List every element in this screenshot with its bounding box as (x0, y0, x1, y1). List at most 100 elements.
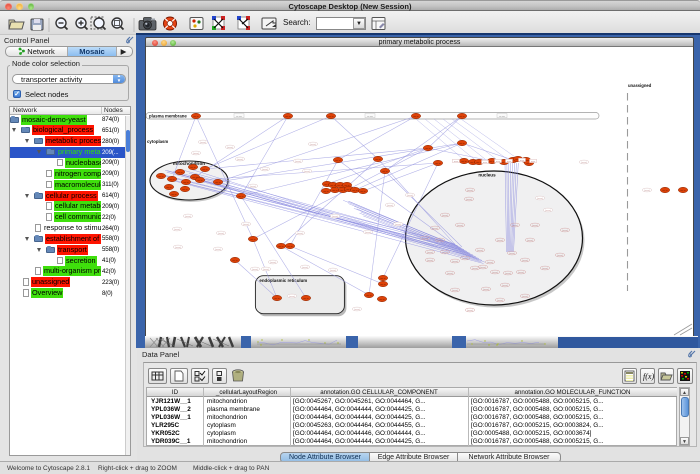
svg-text:xxx xx: xxx xx (360, 191, 365, 193)
svg-text:(xx xx): (xx xx) (174, 229, 180, 231)
svg-text:xxx xx: xxx xx (332, 190, 337, 192)
svg-text:plasma membrane: plasma membrane (149, 114, 187, 119)
svg-text:(xx xx): (xx xx) (467, 310, 473, 312)
svg-text:(xx xx): (xx xx) (527, 240, 533, 242)
svg-text:(xx xx): (xx xx) (492, 272, 498, 274)
svg-text:(xx xx): (xx xx) (295, 161, 301, 163)
svg-text:cytoplasm: cytoplasm (147, 139, 168, 144)
svg-text:(xx xx): (xx xx) (227, 147, 233, 149)
svg-text:(xx xx): (xx xx) (395, 224, 401, 226)
svg-text:xxx xx: xxx xx (330, 185, 335, 187)
svg-text:xxx xx: xxx xx (380, 284, 385, 286)
svg-text:nucleus: nucleus (478, 173, 496, 178)
svg-text:(xx xx): (xx xx) (452, 290, 458, 292)
svg-text:xxx xx: xxx xx (459, 143, 464, 145)
svg-text:(xx xx): (xx xx) (289, 296, 295, 298)
svg-text:xxx xx: xxx xx (274, 298, 279, 300)
svg-text:(xx xx): (xx xx) (537, 198, 543, 200)
svg-text:(xx xx): (xx xx) (522, 260, 528, 262)
svg-text:(xx xx): (xx xx) (545, 210, 551, 212)
svg-text:(xx xx): (xx xx) (193, 153, 199, 155)
svg-text:(xx xx): (xx xx) (252, 269, 258, 271)
svg-text:xxx xx: xxx xx (232, 260, 237, 262)
svg-text:xx xx: xx xx (507, 161, 511, 163)
svg-text:xxx xx: xxx xx (323, 191, 328, 193)
svg-text:f(x): f(x) (643, 372, 654, 381)
svg-text:xxx xx: xxx xx (285, 116, 290, 118)
svg-text:(xx xx): (xx xx) (467, 190, 473, 192)
svg-text:(xx xx): (xx xx) (310, 144, 316, 146)
svg-text:(xx xx): (xx xx) (427, 260, 433, 262)
svg-text:(xx xx): (xx xx) (354, 309, 360, 311)
svg-text:xxx xx: xxx xx (169, 179, 174, 181)
svg-text:xx xxx: xx xxx (236, 116, 242, 118)
svg-text:(xx xx): (xx xx) (466, 199, 472, 201)
svg-text:(xx xx): (xx xx) (175, 247, 181, 249)
svg-text:(xx xx): (xx xx) (581, 162, 587, 164)
svg-text:xxx xx: xxx xx (303, 298, 308, 300)
svg-text:xxx xx: xxx xx (215, 182, 220, 184)
svg-text:xxx xx: xxx xx (197, 180, 202, 182)
svg-text:xx xx: xx xx (531, 161, 535, 163)
svg-text:(xx xx): (xx xx) (263, 269, 269, 271)
svg-text:(xx xx): (xx xx) (427, 252, 433, 254)
svg-text:(xx xx): (xx xx) (462, 258, 468, 260)
svg-text:xx xxx: xx xxx (499, 116, 505, 118)
svg-text:xxx xx: xxx xx (183, 182, 188, 184)
svg-text:(xx xx): (xx xx) (452, 261, 458, 263)
svg-text:(xx xx): (xx xx) (557, 255, 563, 257)
svg-text:(xx xx): (xx xx) (532, 225, 538, 227)
svg-text:xxx xx: xxx xx (250, 239, 255, 241)
svg-text:(xx xx): (xx xx) (243, 224, 249, 226)
svg-text:xxx xx: xxx xx (328, 116, 333, 118)
svg-text:xxx xx: xxx xx (379, 299, 384, 301)
svg-text:xx xx: xx xx (454, 161, 458, 163)
svg-text:(xx xx): (xx xx) (218, 233, 224, 235)
svg-text:(xx xx): (xx xx) (509, 253, 515, 255)
svg-text:(xx xx): (xx xx) (297, 233, 303, 235)
svg-text:xx xx: xx xx (520, 160, 524, 162)
svg-text:(xx xx): (xx xx) (522, 296, 528, 298)
svg-text:xxx xx: xxx xx (202, 169, 207, 171)
svg-text:(xx xx): (xx xx) (332, 216, 338, 218)
svg-text:xxx xx: xxx xx (413, 116, 418, 118)
svg-text:xxx xx: xxx xx (337, 185, 342, 187)
svg-text:xxx xx: xxx xx (278, 246, 283, 248)
svg-text:xxx xx: xxx xx (158, 176, 163, 178)
svg-text:(xx xx): (xx xx) (330, 270, 336, 272)
svg-text:(xx xx): (xx xx) (457, 225, 463, 227)
svg-text:xxx xx: xxx xx (489, 161, 494, 163)
svg-text:xxx xx: xxx xx (526, 163, 531, 165)
svg-text:xxx xx: xxx xx (380, 278, 385, 280)
svg-text:xxx xx: xxx xx (680, 190, 685, 192)
svg-text:xxx xx: xxx xx (435, 163, 440, 165)
svg-text:xxx xx: xxx xx (461, 161, 466, 163)
svg-text:endoplasmic reticulum: endoplasmic reticulum (259, 278, 307, 283)
svg-text:xxx xx: xxx xx (335, 160, 340, 162)
svg-text:(xx xx): (xx xx) (200, 142, 206, 144)
svg-text:(xx xx): (xx xx) (512, 225, 518, 227)
svg-text:(xx xx): (xx xx) (505, 273, 511, 275)
svg-text:(xx xx): (xx xx) (304, 171, 310, 173)
svg-text:(xx xx): (xx xx) (442, 252, 448, 254)
svg-text:xxx xx: xxx xx (662, 190, 667, 192)
svg-text:(xx xx): (xx xx) (365, 232, 371, 234)
svg-text:xxx xx: xxx xx (366, 295, 371, 297)
svg-text:xxx xx: xxx xx (375, 159, 380, 161)
svg-text:(xx xx): (xx xx) (302, 267, 308, 269)
svg-text:(xx xx): (xx xx) (185, 216, 191, 218)
svg-text:(xx xx): (xx xx) (542, 268, 548, 270)
svg-text:unassigned: unassigned (628, 83, 652, 88)
svg-text:(xx xx): (xx xx) (442, 215, 448, 217)
svg-text:(xx xx): (xx xx) (483, 289, 489, 291)
svg-text:xxx xx: xxx xx (352, 190, 357, 192)
svg-text:(xx xx): (xx xx) (237, 159, 243, 161)
svg-text:xx xxx: xx xxx (367, 116, 373, 118)
svg-text:(xx xx): (xx xx) (387, 205, 393, 207)
svg-text:xxx xx: xxx xx (425, 148, 430, 150)
svg-text:(xx xx): (xx xx) (262, 169, 268, 171)
svg-text:(xx xx): (xx xx) (480, 267, 486, 269)
svg-text:(xx xx): (xx xx) (422, 238, 428, 240)
svg-text:(xx xx): (xx xx) (215, 249, 221, 251)
svg-text:xxx xx: xxx xx (287, 246, 292, 248)
